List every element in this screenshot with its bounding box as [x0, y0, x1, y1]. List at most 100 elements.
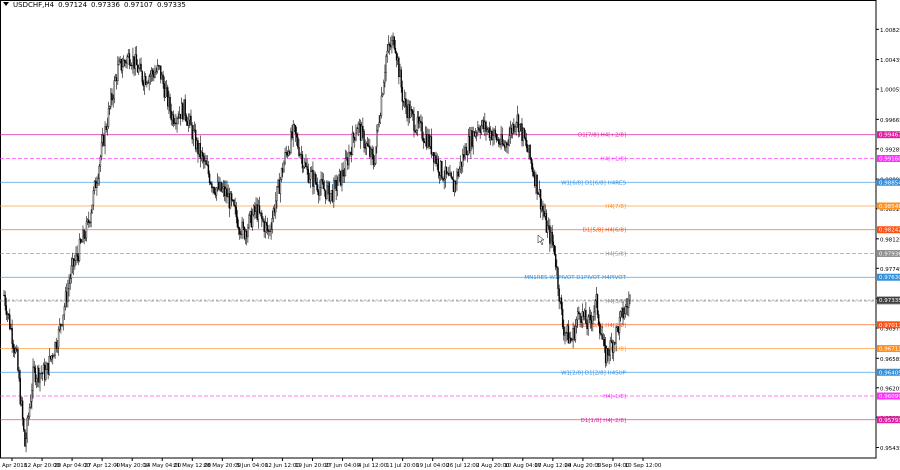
candle-body [34, 367, 37, 383]
candle-body [155, 71, 157, 74]
candle-body [480, 125, 483, 133]
candle-body [261, 213, 263, 219]
candle-body [77, 256, 80, 261]
candle-body [348, 152, 350, 166]
candle-body [325, 190, 327, 199]
candle-body [10, 328, 12, 330]
candle-body [154, 72, 156, 78]
candle-body [516, 114, 519, 124]
candle-body [97, 178, 99, 184]
candle-body [12, 343, 14, 349]
candles [3, 32, 631, 453]
candle-body [232, 199, 234, 201]
candle-body [74, 260, 76, 267]
candle-body [333, 180, 335, 202]
candle-body [521, 123, 523, 141]
candle-body [226, 188, 228, 198]
candle-body [624, 305, 627, 314]
candle-body [272, 208, 275, 219]
candle-body [214, 192, 217, 196]
candle-body [315, 182, 318, 185]
candle-body [40, 373, 42, 375]
candle-body [345, 157, 348, 159]
candle-body [307, 169, 309, 183]
candle-body [361, 125, 363, 141]
candle-body [76, 253, 78, 257]
candle-body [286, 152, 289, 156]
candle-body [131, 65, 133, 67]
candle-body [394, 47, 397, 53]
level-axis-label: 0.98548 [879, 204, 900, 210]
candle-body [250, 211, 253, 227]
candle-body [609, 340, 611, 356]
candle-body [355, 132, 357, 141]
candle-body [122, 60, 125, 68]
price-tick-label: 0.97745 [880, 267, 900, 273]
level-label: W1[2/8] D1[2/8] H4SUP [561, 370, 627, 376]
level-label: D1[5/8] H4[6/8] [583, 228, 626, 234]
candle-body [537, 192, 539, 195]
candle-body [420, 120, 422, 123]
candle-body [206, 164, 208, 166]
candle-body [21, 400, 24, 419]
candle-body [399, 69, 401, 78]
candle-body [157, 65, 160, 67]
candle-body [146, 82, 148, 85]
candle-body [305, 162, 307, 167]
candle-body [578, 311, 580, 314]
candle-body [113, 80, 116, 99]
candle-body [518, 124, 521, 133]
candle-body [536, 174, 538, 194]
candle-body [90, 212, 92, 223]
candle-body [160, 65, 162, 80]
candle-body [98, 165, 100, 179]
candle-body [134, 54, 136, 69]
candle-body [269, 230, 271, 232]
candle-body [407, 104, 409, 118]
candle-body [410, 109, 413, 112]
candle-body [264, 222, 267, 232]
candle-body [379, 115, 381, 123]
candle-body [208, 173, 211, 184]
candle-body [108, 106, 111, 109]
candle-body [422, 138, 424, 142]
candle-body [445, 166, 448, 175]
candle-body [423, 141, 426, 143]
candle-body [383, 82, 385, 95]
candle-body [222, 186, 225, 190]
price-tick-label: 0.96585 [880, 357, 900, 363]
candle-body [530, 158, 532, 164]
candle-body [27, 416, 30, 419]
candle-body [141, 71, 143, 83]
candle-body [150, 70, 153, 76]
candle-body [378, 122, 380, 125]
candle-body [614, 342, 616, 344]
candle-body [186, 121, 189, 126]
candle-body [283, 162, 285, 173]
candle-body [456, 171, 458, 185]
candle-body [384, 72, 386, 83]
candle-body [176, 118, 178, 125]
time-tick-label: 27 Jun 04:00 [325, 463, 360, 469]
candle-body [198, 143, 200, 155]
candle-body [118, 60, 120, 65]
symbol-menu-icon[interactable] [3, 2, 9, 6]
candle-body [532, 171, 535, 176]
candle-body [554, 254, 557, 267]
candle-body [606, 348, 608, 364]
candle-body [463, 154, 465, 158]
candle-body [494, 129, 496, 135]
candle-body [212, 187, 214, 189]
candle-body [557, 267, 559, 289]
candle-body [314, 173, 316, 183]
candle-body [35, 377, 38, 383]
candle-body [48, 355, 50, 375]
chart-area[interactable]: 1.00825 1.00435 1.00055 0.99665 0.99285 0.988… [0, 0, 900, 470]
candle-body [263, 220, 265, 232]
candle-body [237, 226, 240, 230]
candle-body [337, 174, 340, 186]
candle-body [302, 166, 305, 169]
price-chart[interactable]: 1.00825 1.00435 1.00055 0.99665 0.99285 0.988… [0, 0, 900, 470]
candle-body [442, 177, 444, 181]
candle-body [169, 96, 171, 112]
